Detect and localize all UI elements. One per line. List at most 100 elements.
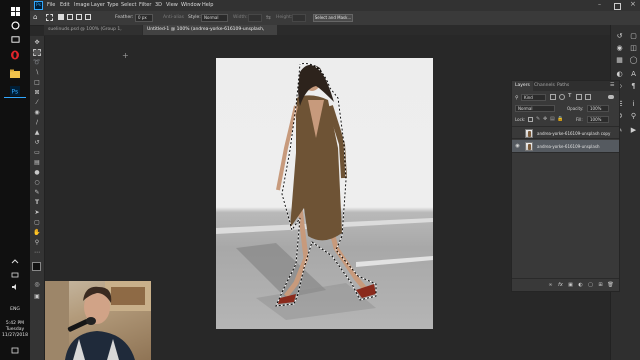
windows-start-icon[interactable]: [7, 4, 23, 18]
info-panel-icon[interactable]: i: [629, 100, 638, 109]
screen-mode-icon[interactable]: ▣: [33, 293, 41, 300]
zoom-tool-icon[interactable]: ⚲: [33, 239, 41, 246]
blend-mode-select[interactable]: Normal: [515, 105, 555, 112]
more-tools-icon[interactable]: ⋯: [33, 249, 41, 256]
close-icon[interactable]: ×: [630, 0, 636, 8]
clone-stamp-tool-icon[interactable]: ▲: [33, 129, 41, 136]
menu-window[interactable]: Window: [181, 0, 201, 11]
eye-icon[interactable]: ◉: [514, 143, 521, 150]
layer-name[interactable]: andrea-yorke-616109-unsplash copy: [537, 127, 610, 140]
paths-panel-icon[interactable]: ◯: [629, 56, 638, 65]
add-mask-icon[interactable]: ▣: [567, 282, 574, 289]
lock-image-pixels-icon[interactable]: ✎: [536, 116, 540, 122]
intersect-selection-icon[interactable]: [85, 14, 91, 20]
menu-help[interactable]: Help: [202, 0, 213, 11]
quick-selection-tool-icon[interactable]: ∖: [33, 69, 41, 76]
new-layer-icon[interactable]: ⊞: [597, 282, 604, 289]
paragraph-panel-icon[interactable]: ¶: [629, 82, 638, 91]
menu-select[interactable]: Select: [121, 0, 136, 11]
tab-untitled-1[interactable]: Untitled-1 @ 100% (andrea-yorke-616109-u…: [143, 25, 277, 42]
add-to-selection-icon[interactable]: [67, 14, 73, 20]
channels-panel-icon[interactable]: ◫: [629, 44, 638, 53]
frame-tool-icon[interactable]: ⊠: [33, 89, 41, 96]
menu-3d[interactable]: 3D: [155, 0, 162, 11]
menu-filter[interactable]: Filter: [139, 0, 151, 11]
filter-shape-layers-icon[interactable]: [576, 94, 582, 100]
tab-paths[interactable]: Paths: [554, 81, 572, 91]
path-selection-tool-icon[interactable]: ➤: [33, 209, 41, 216]
task-view-icon[interactable]: [7, 32, 23, 46]
height-input[interactable]: [292, 14, 306, 22]
notification-chevron-icon[interactable]: [7, 255, 23, 269]
panel-menu-icon[interactable]: ☰: [610, 82, 614, 88]
new-adjustment-layer-icon[interactable]: ◐: [577, 282, 584, 289]
swatches-panel-icon[interactable]: ▦: [615, 56, 624, 65]
menu-layer[interactable]: Layer: [91, 0, 105, 11]
layer-kind-filter-select[interactable]: Kind: [521, 94, 546, 101]
blur-tool-icon[interactable]: ●: [33, 169, 41, 176]
color-panel-icon[interactable]: ◉: [615, 44, 624, 53]
lock-position-icon[interactable]: ✥: [543, 116, 547, 122]
menu-image[interactable]: Image: [74, 0, 90, 11]
lasso-tool-icon[interactable]: ➰: [33, 59, 41, 66]
rectangular-marquee-tool-preset-icon[interactable]: [46, 14, 53, 21]
history-brush-tool-icon[interactable]: ↺: [33, 139, 41, 146]
anti-alias-checkbox[interactable]: Anti-alias: [163, 14, 184, 22]
menu-view[interactable]: View: [166, 0, 178, 11]
rectangle-tool-icon[interactable]: ▢: [33, 219, 41, 226]
navigator-panel-icon[interactable]: ⚲: [629, 112, 638, 121]
file-explorer-icon[interactable]: [7, 66, 23, 80]
hand-tool-icon[interactable]: ✋: [33, 229, 41, 236]
tab-suelinuds[interactable]: suelinuds.psd @ 100% (Group 1, RGB/8) *: [44, 25, 142, 42]
actions-panel-icon[interactable]: ▶: [629, 126, 638, 135]
lock-artboard-icon[interactable]: ▤: [550, 116, 555, 122]
delete-layer-icon[interactable]: 🗑: [607, 282, 614, 289]
character-panel-icon[interactable]: A: [629, 70, 638, 79]
feather-input[interactable]: 0 px: [135, 14, 153, 22]
eraser-tool-icon[interactable]: ▭: [33, 149, 41, 156]
width-input[interactable]: [248, 14, 262, 22]
new-selection-icon[interactable]: [58, 14, 64, 20]
language-indicator[interactable]: ENG: [0, 307, 30, 313]
menu-type[interactable]: Type: [107, 0, 118, 11]
dodge-tool-icon[interactable]: ○: [33, 179, 41, 186]
adjustments-panel-icon[interactable]: ◐: [615, 70, 624, 79]
action-center-icon[interactable]: [7, 344, 23, 358]
move-tool-icon[interactable]: ✥: [33, 39, 41, 46]
rectangular-marquee-tool-icon[interactable]: [33, 49, 41, 56]
lock-all-icon[interactable]: 🔒: [557, 116, 563, 122]
crop-tool-icon[interactable]: □: [33, 79, 41, 86]
swap-dimensions-icon[interactable]: ⇆: [266, 14, 271, 21]
opera-icon[interactable]: [7, 48, 23, 62]
home-icon[interactable]: ⌂: [33, 13, 37, 21]
gradient-tool-icon[interactable]: ▤: [33, 159, 41, 166]
link-layers-icon[interactable]: ∞: [547, 282, 554, 289]
filter-adjustment-layers-icon[interactable]: [559, 94, 565, 100]
quick-mask-icon[interactable]: ◎: [33, 281, 41, 288]
layer-visibility-toggle[interactable]: [514, 130, 521, 137]
add-layer-style-icon[interactable]: fx: [557, 282, 564, 289]
select-and-mask-button[interactable]: Select and Mask...: [313, 14, 353, 22]
filter-pixel-layers-icon[interactable]: [550, 94, 556, 100]
maximize-icon[interactable]: [614, 3, 621, 10]
lock-transparent-pixels-icon[interactable]: [528, 117, 533, 122]
new-group-icon[interactable]: ▢: [587, 282, 594, 289]
layer-row-selected[interactable]: ◉ andrea-yorke-616109-unsplash: [512, 140, 619, 153]
history-panel-icon[interactable]: ↺: [615, 32, 624, 41]
filter-type-layers-icon[interactable]: T: [568, 93, 571, 99]
fill-input[interactable]: 100%: [587, 116, 609, 123]
opacity-input[interactable]: 100%: [587, 105, 609, 112]
photoshop-taskbar-icon[interactable]: Ps: [7, 84, 23, 98]
filter-toggle-icon[interactable]: [608, 95, 614, 99]
layers-panel-icon[interactable]: ▢: [629, 32, 638, 41]
menu-file[interactable]: File: [47, 0, 55, 11]
filter-smart-objects-icon[interactable]: [585, 94, 591, 100]
style-select[interactable]: Normal: [201, 14, 228, 22]
menu-edit[interactable]: Edit: [60, 0, 70, 11]
foreground-color-swatch[interactable]: [32, 262, 41, 271]
eyedropper-tool-icon[interactable]: ⁄: [33, 99, 41, 106]
healing-brush-tool-icon[interactable]: ◉: [33, 109, 41, 116]
cortana-icon[interactable]: [7, 18, 23, 32]
brush-tool-icon[interactable]: ∕: [33, 119, 41, 126]
type-tool-icon[interactable]: T: [33, 199, 41, 206]
